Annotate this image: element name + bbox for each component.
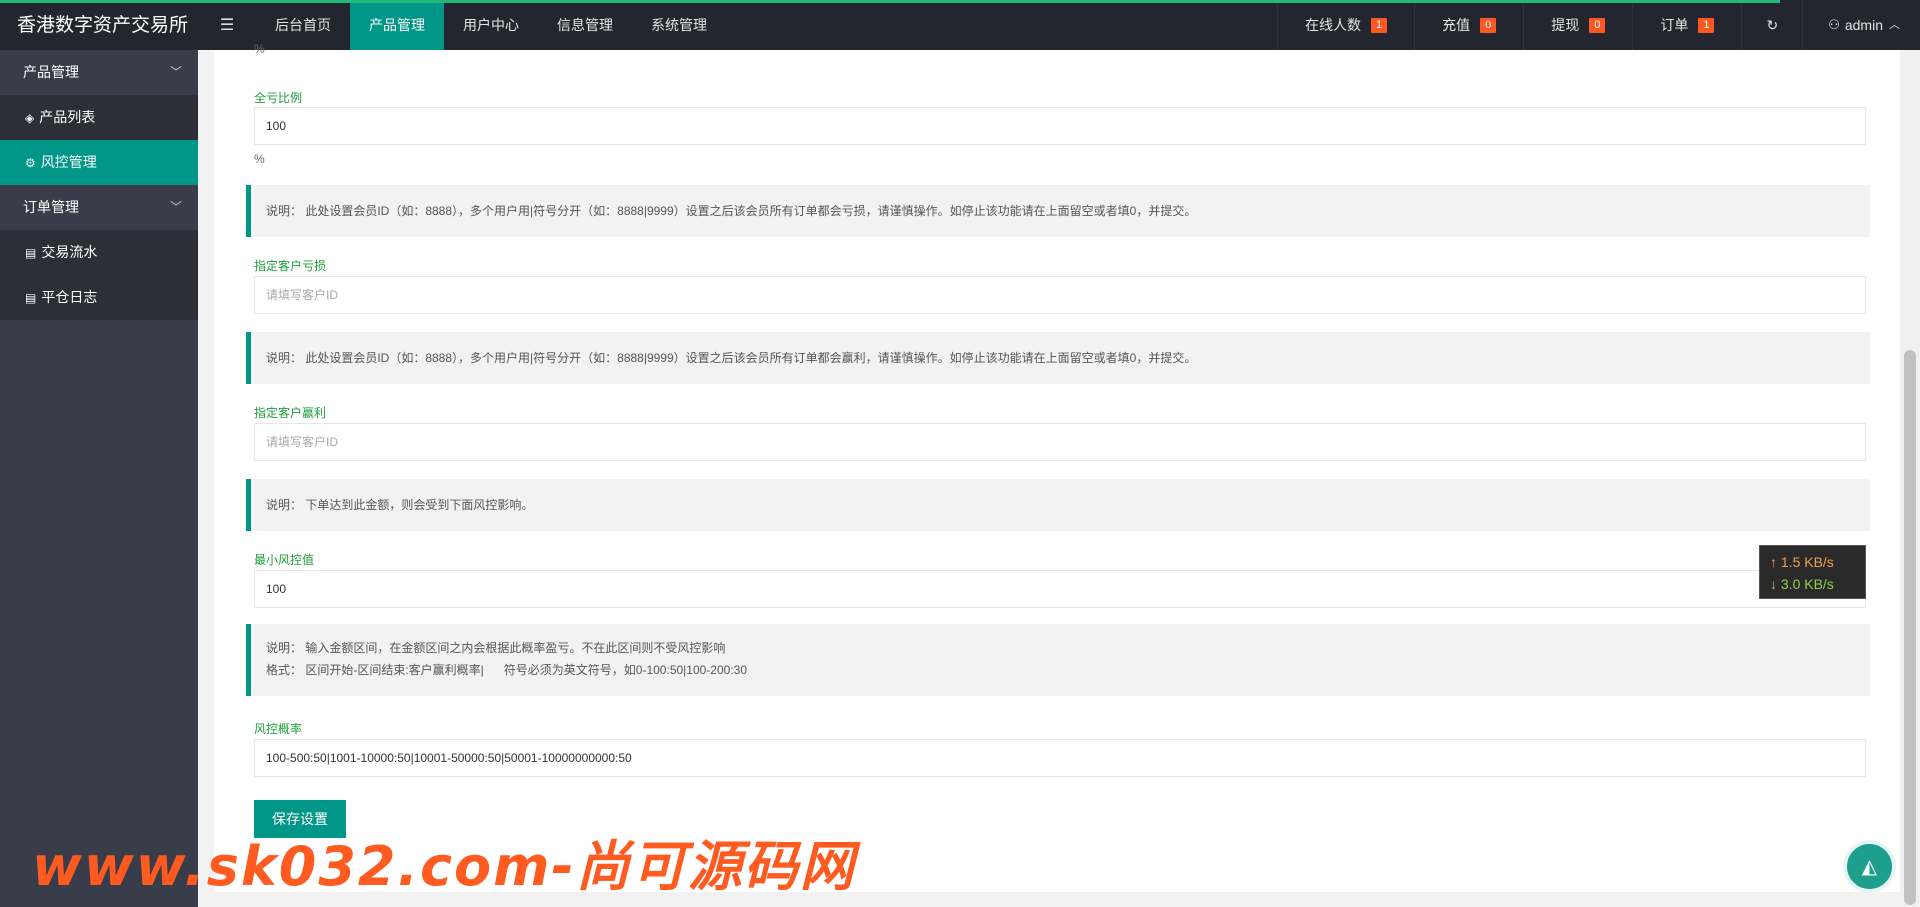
sidebar-group-label: 订单管理 bbox=[23, 199, 79, 215]
online-users-badge: 1 bbox=[1370, 17, 1388, 33]
chevron-up-icon: ︿ bbox=[1889, 19, 1900, 31]
arrow-down-icon: ↓ bbox=[1770, 576, 1777, 592]
note-min-risk: 说明： 下单达到此金额，则会受到下面风控影响。 bbox=[246, 479, 1870, 531]
chevron-down-icon: ﹀ bbox=[169, 65, 182, 79]
download-speed: ↓ 3.0 KB/s bbox=[1770, 573, 1855, 595]
file-icon: ▤ bbox=[25, 291, 37, 305]
file-icon: ▤ bbox=[25, 246, 37, 260]
nav-home[interactable]: 后台首页 bbox=[256, 0, 350, 50]
watermark: www.sk032.com-尚可源码网 bbox=[32, 835, 856, 898]
main-nav: 后台首页 产品管理 用户中心 信息管理 系统管理 bbox=[256, 0, 726, 50]
page-scrollbar[interactable] bbox=[1900, 50, 1920, 907]
risk-prob-label: 风控概率 bbox=[254, 722, 303, 736]
orders-badge: 1 bbox=[1698, 17, 1715, 33]
note-text: 说明： 此处设置会员ID（如：8888），多个用户用|符号分开（如：8888|9… bbox=[266, 351, 1197, 365]
recharge[interactable]: 充值 0 bbox=[1414, 0, 1523, 50]
unit-text: % bbox=[254, 152, 265, 166]
scrollbar-thumb[interactable] bbox=[1904, 350, 1916, 905]
loading-bar bbox=[0, 0, 1780, 3]
upload-speed: ↑ 1.5 KB/s bbox=[1770, 551, 1855, 573]
user-name: admin bbox=[1844, 17, 1883, 33]
withdraw-badge: 0 bbox=[1589, 17, 1606, 33]
sidebar-group-products[interactable]: 产品管理 ﹀ bbox=[0, 50, 198, 95]
download-speed-value: 3.0 KB/s bbox=[1780, 576, 1834, 592]
sidebar-item-risk-control[interactable]: ⚙ 风控管理 bbox=[0, 140, 198, 185]
nav-users[interactable]: 用户中心 bbox=[444, 0, 538, 50]
layers-icon: ◈ bbox=[25, 111, 35, 125]
risk-prob-input[interactable] bbox=[254, 739, 1866, 777]
sidebar-item-label: 风控管理 bbox=[40, 154, 97, 170]
sidebar-item-close-log[interactable]: ▤ 平仓日志 bbox=[0, 275, 198, 320]
refresh-icon[interactable]: ↻ bbox=[1741, 0, 1802, 50]
sidebar-group-label: 产品管理 bbox=[23, 64, 79, 80]
float-action-icon[interactable]: ◭ bbox=[1843, 840, 1896, 893]
sidebar-item-product-list[interactable]: ◈ 产品列表 bbox=[0, 95, 198, 140]
recharge-badge: 0 bbox=[1480, 17, 1497, 33]
nav-system[interactable]: 系统管理 bbox=[632, 0, 726, 50]
note-risk-prob: 说明： 输入金额区间，在金额区间之内会根据此概率盈亏。不在此区间则不受风控影响 … bbox=[246, 624, 1870, 696]
note-text: 说明： 输入金额区间，在金额区间之内会根据此概率盈亏。不在此区间则不受风控影响 bbox=[266, 641, 726, 655]
settings-card: % 全亏比例 % 说明： 此处设置会员ID（如：8888），多个用户用|符号分开… bbox=[214, 42, 1906, 892]
gear-icon: ⚙ bbox=[25, 156, 36, 170]
user-menu[interactable]: ⚇ admin ︿ bbox=[1802, 0, 1920, 50]
site-logo[interactable]: 香港数字资产交易所 bbox=[0, 0, 198, 50]
sidebar-item-label: 平仓日志 bbox=[41, 289, 98, 305]
note-text: 说明： 此处设置会员ID（如：8888），多个用户用|符号分开（如：8888|9… bbox=[266, 204, 1197, 218]
sidebar: 产品管理 ﹀ ◈ 产品列表 ⚙ 风控管理 订单管理 ﹀ ▤ 交易流水 ▤ 平仓日志 bbox=[0, 50, 198, 907]
note-format-text: 格式： 区间开始-区间结束:客户赢利概率| 符号必须为英文符号，如0-100:5… bbox=[266, 663, 747, 677]
orders[interactable]: 订单 1 bbox=[1632, 0, 1741, 50]
online-users-label: 在线人数 bbox=[1304, 17, 1361, 33]
header-right: 在线人数 1 充值 0 提现 0 订单 1 ↻ ⚇ admin ︿ bbox=[1276, 0, 1920, 50]
win-user-input[interactable] bbox=[254, 423, 1866, 461]
network-speed-widget: ↑ 1.5 KB/s ↓ 3.0 KB/s bbox=[1759, 545, 1866, 599]
online-users[interactable]: 在线人数 1 bbox=[1276, 0, 1414, 50]
loss-user-label: 指定客户亏损 bbox=[254, 259, 327, 273]
min-risk-label: 最小风控值 bbox=[254, 553, 315, 567]
full-loss-input[interactable] bbox=[254, 107, 1866, 145]
win-user-label: 指定客户赢利 bbox=[254, 406, 327, 420]
loss-user-input[interactable] bbox=[254, 276, 1866, 314]
upload-speed-value: 1.5 KB/s bbox=[1780, 554, 1834, 570]
menu-icon[interactable]: ☰ bbox=[200, 0, 254, 50]
arrow-up-icon: ↑ bbox=[1770, 554, 1777, 570]
withdraw-label: 提现 bbox=[1551, 17, 1580, 33]
nav-info[interactable]: 信息管理 bbox=[538, 0, 632, 50]
recharge-label: 充值 bbox=[1442, 17, 1471, 33]
chevron-down-icon: ﹀ bbox=[169, 200, 182, 214]
sidebar-item-transactions[interactable]: ▤ 交易流水 bbox=[0, 230, 198, 275]
top-header: 香港数字资产交易所 ☰ 后台首页 产品管理 用户中心 信息管理 系统管理 在线人… bbox=[0, 0, 1920, 50]
note-loss: 说明： 此处设置会员ID（如：8888），多个用户用|符号分开（如：8888|9… bbox=[246, 185, 1870, 237]
sidebar-item-label: 产品列表 bbox=[39, 109, 96, 125]
user-icon: ⚇ bbox=[1828, 17, 1840, 32]
orders-label: 订单 bbox=[1660, 17, 1689, 33]
note-win: 说明： 此处设置会员ID（如：8888），多个用户用|符号分开（如：8888|9… bbox=[246, 332, 1870, 384]
withdraw[interactable]: 提现 0 bbox=[1523, 0, 1632, 50]
min-risk-input[interactable] bbox=[254, 570, 1866, 608]
sidebar-item-label: 交易流水 bbox=[41, 244, 98, 260]
unit-text: % bbox=[254, 42, 265, 56]
sidebar-group-orders[interactable]: 订单管理 ﹀ bbox=[0, 185, 198, 230]
note-text: 说明： 下单达到此金额，则会受到下面风控影响。 bbox=[266, 498, 534, 512]
full-loss-label: 全亏比例 bbox=[254, 91, 303, 105]
nav-products[interactable]: 产品管理 bbox=[350, 0, 444, 50]
